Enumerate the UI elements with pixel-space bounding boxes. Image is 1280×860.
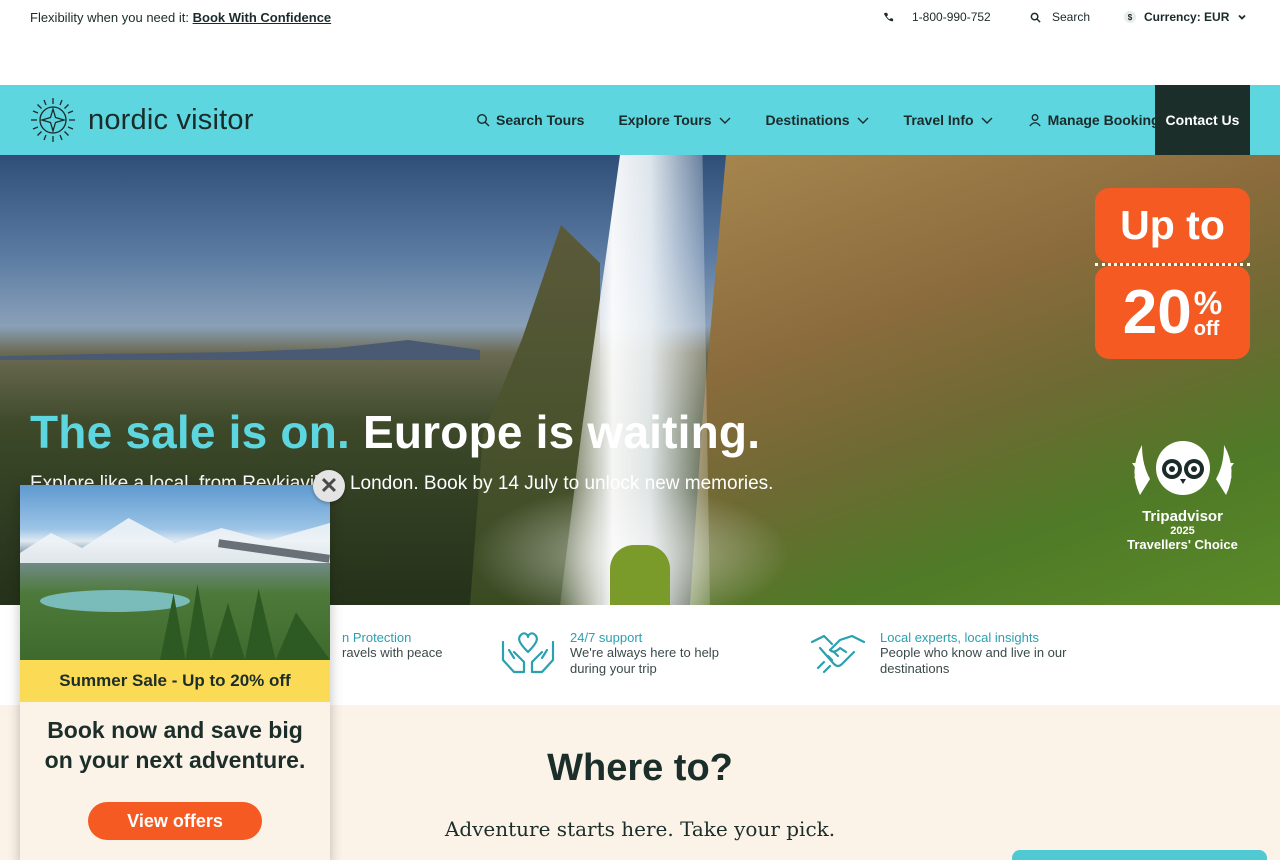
currency-selector[interactable]: $ Currency: EUR xyxy=(1124,10,1247,24)
feature-desc-line1: People who know and live in our xyxy=(880,645,1067,660)
search-icon xyxy=(476,113,490,127)
chevron-down-icon xyxy=(1238,14,1246,20)
nav-search-tours[interactable]: Search Tours xyxy=(476,112,584,128)
contact-us-button[interactable]: Contact Us xyxy=(1155,85,1250,155)
nav-manage-booking-label: Manage Booking xyxy=(1047,112,1160,128)
logo-sun-icon xyxy=(31,98,75,142)
feature-desc-line2: destinations xyxy=(880,661,950,676)
chevron-down-icon xyxy=(857,117,869,124)
search-icon xyxy=(1030,12,1041,23)
flexibility-message: Flexibility when you need it: Book With … xyxy=(30,10,331,25)
promo-off: off xyxy=(1193,317,1220,340)
popup-headline-line1: Book now and save big xyxy=(47,717,303,743)
award-year: 2025 xyxy=(1170,525,1195,537)
feature-title: 24/7 support xyxy=(570,630,643,645)
nav-manage-booking[interactable]: Manage Booking xyxy=(1028,112,1160,128)
nav-explore-tours[interactable]: Explore Tours xyxy=(618,112,731,128)
popup-trees xyxy=(160,584,330,660)
feature-local-experts: Local experts, local insights People who… xyxy=(810,630,1066,677)
view-offers-button[interactable]: View offers xyxy=(88,802,262,840)
nav-menu: Search Tours Explore Tours Destinations … xyxy=(476,85,1194,155)
summer-sale-popup: Summer Sale - Up to 20% off Book now and… xyxy=(20,485,330,860)
feature-text: 24/7 support We're always here to help d… xyxy=(570,630,719,677)
feature-text: Local experts, local insights People who… xyxy=(880,630,1066,677)
heart-hands-icon xyxy=(501,632,555,674)
logo[interactable]: nordic visitor xyxy=(30,97,254,143)
close-icon[interactable]: ✕ xyxy=(313,470,345,502)
main-navbar: nordic visitor Search Tours Explore Tour… xyxy=(0,85,1280,155)
user-icon xyxy=(1028,114,1041,127)
popup-banner: Summer Sale - Up to 20% off xyxy=(20,660,330,702)
teal-card-edge[interactable] xyxy=(1012,850,1267,860)
promo-number: 20 xyxy=(1122,277,1192,347)
nav-search-tours-label: Search Tours xyxy=(496,112,585,128)
nav-destinations-label: Destinations xyxy=(765,112,850,128)
utility-search-label: Search xyxy=(1052,10,1091,24)
nav-travel-info-label: Travel Info xyxy=(903,112,974,128)
feature-desc-line2: during your trip xyxy=(570,661,657,676)
chevron-down-icon xyxy=(981,117,993,124)
phone-number: 1-800-990-752 xyxy=(912,10,991,24)
promo-badge-bottom[interactable]: 20 % off xyxy=(1095,266,1250,359)
nav-travel-info[interactable]: Travel Info xyxy=(904,112,994,128)
tripadvisor-owl-icon xyxy=(1131,441,1234,495)
feature-text: n Protection ravels with peace xyxy=(342,630,442,661)
tripadvisor-award: Tripadvisor 2025 Travellers' Choice xyxy=(1110,435,1255,552)
book-with-confidence-link[interactable]: Book With Confidence xyxy=(193,10,332,25)
nav-destinations[interactable]: Destinations xyxy=(766,112,870,128)
feature-desc: ravels with peace xyxy=(342,645,443,660)
phone-link[interactable]: 1-800-990-752 xyxy=(883,10,991,24)
award-brand: Tripadvisor xyxy=(1142,508,1223,525)
logo-text: nordic visitor xyxy=(88,103,254,136)
promo-badge-top[interactable]: Up to xyxy=(1095,188,1250,263)
utility-search-link[interactable]: Search xyxy=(1030,10,1090,24)
hero-mountains xyxy=(0,340,480,360)
hero-title-main: Europe is waiting. xyxy=(362,406,761,458)
popup-image xyxy=(20,485,330,660)
feature-desc-line1: We're always here to help xyxy=(570,645,719,660)
hero-title: The sale is on. Europe is waiting. xyxy=(30,405,760,459)
hero-title-accent: The sale is on. xyxy=(30,406,350,458)
promo-percent: % xyxy=(1193,284,1223,321)
award-name: Travellers' Choice xyxy=(1127,537,1238,552)
chevron-down-icon xyxy=(719,117,731,124)
currency-icon: $ xyxy=(1124,11,1136,23)
currency-label: Currency: EUR xyxy=(1144,10,1230,24)
nav-explore-tours-label: Explore Tours xyxy=(618,112,712,128)
popup-headline: Book now and save big on your next adven… xyxy=(20,715,330,775)
hero-person xyxy=(610,545,670,605)
utility-bar: Flexibility when you need it: Book With … xyxy=(0,0,1280,85)
popup-lake xyxy=(40,590,190,612)
feature-support: 24/7 support We're always here to help d… xyxy=(500,630,719,677)
feature-booking-protection: n Protection ravels with peace xyxy=(342,630,442,661)
popup-headline-line2: on your next adventure. xyxy=(44,747,306,773)
promo-suffix: % off xyxy=(1194,287,1222,339)
phone-icon xyxy=(883,12,894,21)
flexibility-text: Flexibility when you need it: xyxy=(30,10,189,25)
feature-title: n Protection xyxy=(342,630,412,645)
feature-title: Local experts, local insights xyxy=(880,630,1039,645)
handshake-icon xyxy=(810,634,866,674)
